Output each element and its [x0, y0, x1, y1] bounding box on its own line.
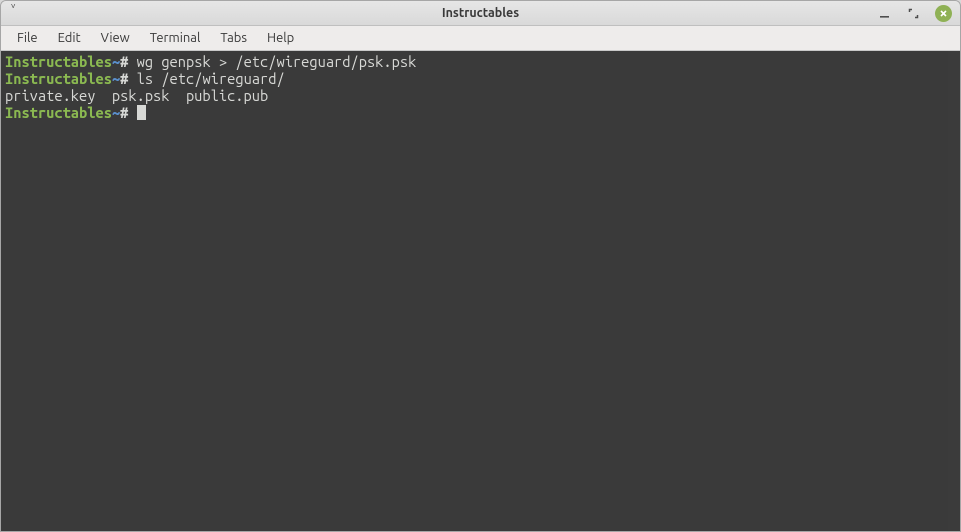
- menu-file[interactable]: File: [7, 28, 48, 48]
- terminal[interactable]: Instructables~# wg genpsk > /etc/wiregua…: [1, 51, 948, 531]
- prompt-path: ~: [112, 104, 120, 121]
- prompt-path: ~: [112, 53, 120, 70]
- menubar: File Edit View Terminal Tabs Help: [1, 26, 960, 51]
- titlebar-left: ˅: [9, 4, 18, 22]
- command: ls /etc/wireguard/: [137, 70, 285, 87]
- cursor-area: [128, 104, 145, 121]
- cursor-icon: [137, 105, 146, 120]
- command: wg genpsk > /etc/wireguard/psk.psk: [137, 53, 417, 70]
- menu-edit[interactable]: Edit: [48, 28, 91, 48]
- prompt-path: ~: [112, 70, 120, 87]
- terminal-current-line: Instructables~#: [5, 104, 946, 121]
- close-button[interactable]: [935, 5, 952, 22]
- titlebar-right: [877, 5, 952, 22]
- titlebar[interactable]: ˅ Instructables: [1, 1, 960, 26]
- menu-tabs[interactable]: Tabs: [210, 28, 257, 48]
- terminal-window: ˅ Instructables File Edit View: [0, 0, 961, 532]
- maximize-button[interactable]: [906, 6, 921, 21]
- menu-terminal[interactable]: Terminal: [140, 28, 211, 48]
- terminal-line: Instructables~# ls /etc/wireguard/: [5, 70, 946, 87]
- window-title: Instructables: [442, 6, 519, 20]
- terminal-output: private.key psk.psk public.pub: [5, 87, 946, 104]
- prompt-host: Instructables: [5, 53, 112, 70]
- app-menu-icon[interactable]: ˅: [9, 4, 18, 22]
- terminal-container: Instructables~# wg genpsk > /etc/wiregua…: [1, 51, 960, 531]
- command-text: wg genpsk > /etc/wireguard/psk.psk: [128, 53, 416, 70]
- prompt-host: Instructables: [5, 70, 112, 87]
- menu-help[interactable]: Help: [257, 28, 304, 48]
- minimize-button[interactable]: [877, 6, 892, 21]
- scrollbar[interactable]: [948, 51, 960, 531]
- command-text: ls /etc/wireguard/: [128, 70, 284, 87]
- terminal-line: Instructables~# wg genpsk > /etc/wiregua…: [5, 53, 946, 70]
- prompt-host: Instructables: [5, 104, 112, 121]
- menu-view[interactable]: View: [91, 28, 140, 48]
